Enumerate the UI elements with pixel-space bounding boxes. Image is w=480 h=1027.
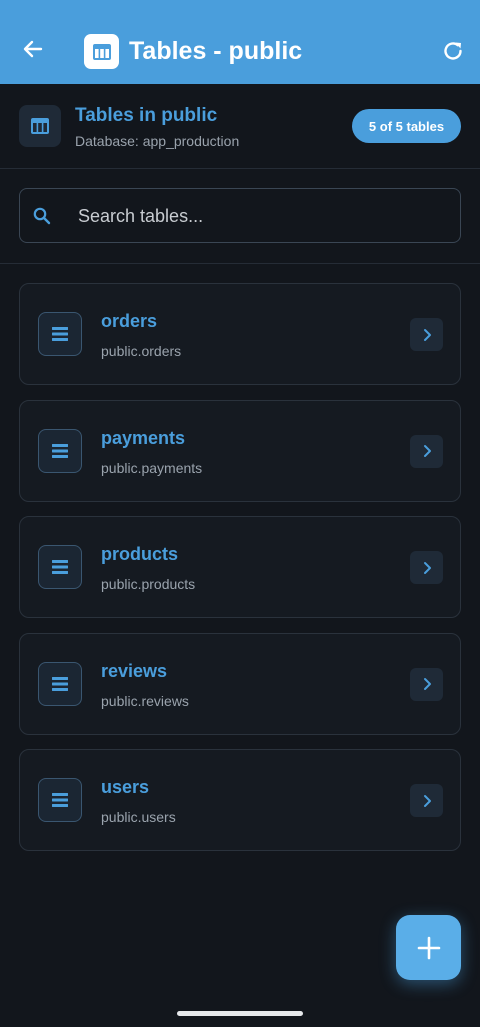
list-icon [38,778,82,822]
home-indicator[interactable] [177,1011,303,1016]
list-icon [38,428,82,473]
back-button[interactable] [18,34,48,64]
table-path: public.users [101,809,176,825]
table-name: orders [101,311,158,331]
arrow-left-icon [23,40,43,58]
schema-title: Tables in public [75,105,218,126]
refresh-button[interactable] [438,36,468,66]
page-title: Tables - public [129,37,303,65]
search-icon [33,207,51,225]
list-icon [38,312,82,356]
search-section [0,169,480,264]
plus-icon [417,936,440,959]
table-path: public.products [101,576,196,592]
list-icon [38,661,82,706]
table-count-badge: 5 of 5 tables [352,109,461,143]
schema-header: Tables in public Database: app_productio… [0,84,480,169]
table-icon [84,34,119,69]
chevron-right-icon[interactable] [410,434,443,468]
table-name: products [101,544,179,564]
database-label: Database: app_production [75,133,240,149]
table-path: public.payments [101,459,203,476]
chevron-right-icon[interactable] [410,667,443,701]
table-row[interactable]: users public.users [19,749,461,851]
list-icon [38,545,82,589]
table-name: users [101,777,150,797]
table-path: public.reviews [101,692,189,709]
add-table-button[interactable] [396,915,461,980]
table-row[interactable]: products public.products [19,516,461,618]
table-list: orders public.orders payments public.pay… [19,283,461,866]
search-box[interactable] [19,188,461,243]
table-row[interactable]: reviews public.reviews [19,632,461,735]
table-row[interactable]: payments public.payments [19,399,461,502]
table-name: payments [101,427,186,448]
refresh-icon [444,42,462,60]
table-path: public.orders [101,343,182,359]
table-name: reviews [101,660,168,681]
search-input[interactable] [78,197,448,235]
chevron-right-icon[interactable] [410,784,443,817]
app-bar: Tables - public [0,0,480,84]
table-icon [19,105,61,147]
chevron-right-icon[interactable] [410,318,443,351]
table-row[interactable]: orders public.orders [19,283,461,385]
chevron-right-icon[interactable] [410,551,443,584]
